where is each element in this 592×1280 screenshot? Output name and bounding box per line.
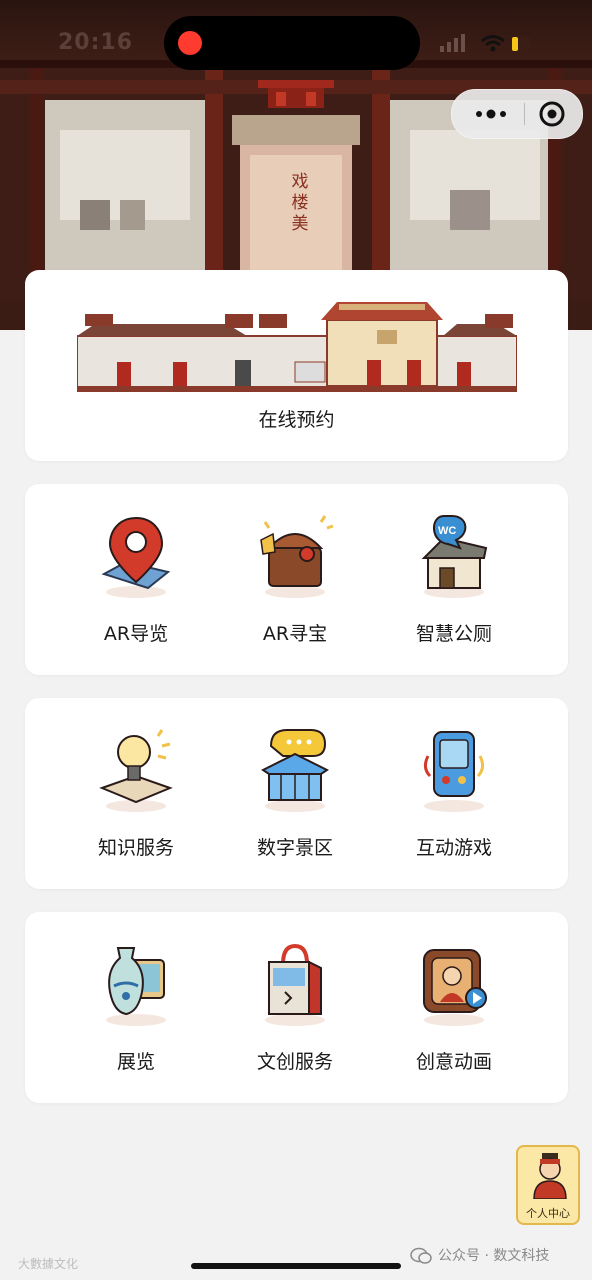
grid-item-ar-guide[interactable]: AR导览 [56, 484, 216, 675]
grid-label: 创意动画 [415, 1051, 492, 1073]
miniprogram-capsule [451, 89, 583, 139]
watermark-right: 公众号 · 数文科技 [410, 1244, 549, 1268]
grid-label: 数字景区 [256, 837, 333, 859]
avatar-icon [533, 1153, 567, 1199]
wc-badge-text: WC [438, 525, 456, 537]
grid-item-exhibition[interactable]: 展览 [56, 912, 216, 1103]
more-options-icon[interactable] [470, 104, 520, 124]
lightbulb-book-icon [99, 729, 173, 812]
grid-item-interactive-game[interactable]: 互动游戏 [374, 698, 534, 889]
ancient-building-illustration [77, 302, 517, 392]
grid-item-cultural-creative[interactable]: 文创服务 [215, 912, 375, 1103]
game-console-icon [423, 731, 485, 812]
treasure-chest-icon [260, 515, 334, 598]
grid-item-ar-treasure[interactable]: AR寻宝 [215, 484, 375, 675]
grid-item-creative-animation[interactable]: 创意动画 [374, 912, 534, 1103]
grid-item-smart-toilet[interactable]: WC 智慧公厕 [374, 484, 534, 675]
grid-label: 文创服务 [256, 1051, 333, 1073]
gift-bag-icon [265, 943, 325, 1026]
grid-label: 互动游戏 [415, 837, 492, 859]
grid-label: 展览 [116, 1051, 155, 1073]
wc-house-icon: WC [421, 515, 488, 598]
online-booking-label: 在线预约 [258, 409, 335, 431]
personal-center-button[interactable]: 个人中心 [516, 1145, 580, 1225]
map-pin-icon [101, 516, 171, 598]
grid-item-digital-scenic[interactable]: 数字景区 [215, 698, 375, 889]
dynamic-island [164, 16, 420, 70]
status-icons [440, 34, 540, 54]
status-bar: 20:16 [0, 0, 592, 80]
grid-label: 智慧公厕 [415, 623, 492, 645]
personal-center-label: 个人中心 [526, 1207, 570, 1220]
service-card-row-1: AR导览 AR寻宝 WC 智慧公厕 [25, 484, 568, 675]
watermark-left: 大數據文化 [18, 1257, 79, 1271]
vase-icon [106, 947, 166, 1026]
grid-label: 知识服务 [97, 837, 174, 859]
service-card-row-3: 展览 文创服务 创意动画 [25, 912, 568, 1103]
animation-player-icon [423, 949, 487, 1026]
status-time: 20:16 [58, 30, 134, 55]
capsule-divider [524, 103, 525, 125]
service-card-row-2: 知识服务 数字景区 互动游戏 [25, 698, 568, 889]
pavilion-icon [261, 729, 329, 812]
grid-label: AR寻宝 [262, 623, 328, 645]
home-indicator[interactable] [191, 1263, 401, 1269]
watermark-right-text: 公众号 · 数文科技 [438, 1248, 550, 1264]
battery-icon [512, 37, 530, 51]
grid-item-knowledge-service[interactable]: 知识服务 [56, 698, 216, 889]
grid-label: AR导览 [103, 623, 169, 645]
stage-plaque: 戏楼美 [291, 172, 309, 234]
close-miniprogram-icon[interactable] [538, 100, 566, 128]
wifi-icon [481, 35, 505, 52]
recording-indicator-icon [178, 31, 202, 55]
online-booking-card[interactable]: 在线预约 [25, 270, 568, 461]
wechat-icon [410, 1247, 432, 1264]
cellular-signal-icon [440, 34, 465, 52]
